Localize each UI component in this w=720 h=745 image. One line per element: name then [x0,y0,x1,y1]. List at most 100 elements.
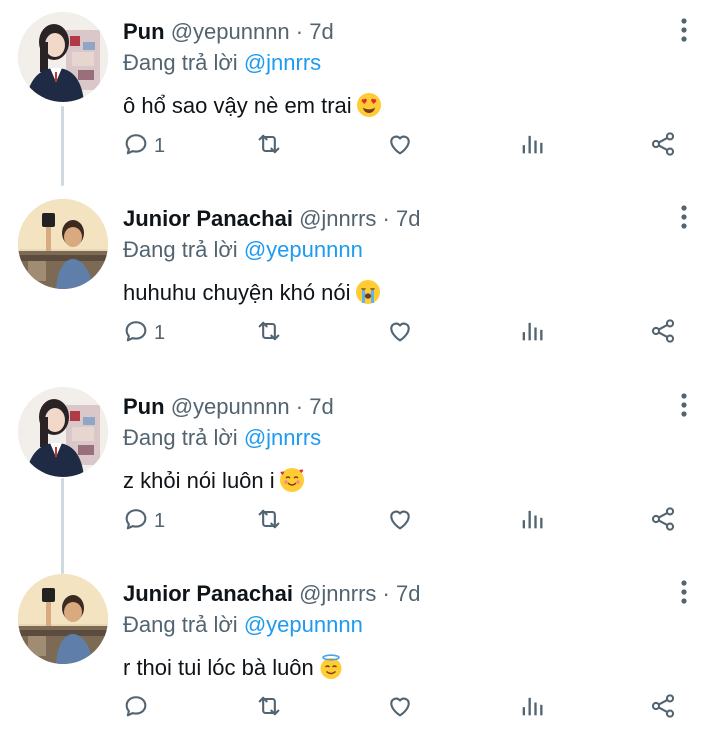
smiling-hearts-emoji [279,467,305,493]
reply-count: 1 [154,135,166,157]
heart-icon [386,130,414,163]
replying-prefix: Đang trả lời [123,237,238,262]
mention-link[interactable]: @yepunnnn [244,612,363,637]
bar-chart-icon [518,692,546,725]
views-button[interactable] [518,126,546,166]
reply-button[interactable]: 1 [122,126,165,166]
avatar[interactable] [18,574,108,664]
reply-icon [122,130,150,163]
user-handle[interactable]: @yepunnnn [171,394,290,419]
avatar[interactable] [18,12,108,102]
display-name[interactable]: Junior Panachai [123,206,293,231]
replying-prefix: Đang trả lời [123,612,238,637]
like-button[interactable] [386,501,414,541]
user-handle[interactable]: @jnnrrs [299,581,376,606]
tweet-text: z khỏi nói luôn i [123,466,305,496]
tweet[interactable]: Junior Panachai @jnnrrs · 7d Đang trả lờ… [0,187,720,374]
display-name[interactable]: Junior Panachai [123,581,293,606]
more-vertical-icon[interactable] [673,391,695,419]
display-name[interactable]: Pun [123,19,165,44]
tweet-actions: 1 [0,501,720,541]
heart-icon [386,317,414,350]
user-handle[interactable]: @jnnrrs [299,206,376,231]
tweet-text-content: z khỏi nói luôn i [123,468,275,493]
tweet-text: r thoi tui lóc bà luôn [123,653,344,683]
replying-to: Đang trả lời @yepunnnn [123,236,363,264]
retweet-icon [255,317,283,350]
reply-thread: Pun @yepunnnn · 7d Đang trả lời @jnnrrs … [0,0,720,745]
replying-to: Đang trả lời @jnnrrs [123,49,321,77]
tweet-text-content: huhuhu chuyện khó nói [123,280,351,305]
like-button[interactable] [386,688,414,728]
timestamp[interactable]: 7d [396,206,420,231]
tweet-actions: 1 [0,313,720,353]
replying-to: Đang trả lời @jnnrrs [123,424,321,452]
avatar[interactable] [18,199,108,289]
avatar[interactable] [18,387,108,477]
heart-icon [386,505,414,538]
heart-icon [386,692,414,725]
reply-button[interactable]: 1 [122,313,165,353]
tweet-text: ô hổ sao vậy nè em trai [123,91,382,121]
retweet-button[interactable] [255,501,283,541]
replying-prefix: Đang trả lời [123,425,238,450]
views-button[interactable] [518,313,546,353]
tweet-actions: 1 [0,126,720,166]
share-button[interactable] [649,126,677,166]
heart-eyes-emoji [356,92,382,118]
retweet-icon [255,130,283,163]
reply-icon [122,505,150,538]
retweet-button[interactable] [255,126,283,166]
tweet-text: huhuhu chuyện khó nói [123,278,381,308]
like-button[interactable] [386,313,414,353]
more-vertical-icon[interactable] [673,578,695,606]
bar-chart-icon [518,317,546,350]
reply-count: 1 [154,322,166,344]
tweet[interactable]: Junior Panachai @jnnrrs · 7d Đang trả lờ… [0,562,720,745]
separator-dot: · [382,581,390,606]
mention-link[interactable]: @yepunnnn [244,237,363,262]
more-vertical-icon[interactable] [673,16,695,44]
share-icon [649,692,677,725]
replying-prefix: Đang trả lời [123,50,238,75]
like-button[interactable] [386,126,414,166]
share-button[interactable] [649,501,677,541]
share-icon [649,130,677,163]
user-handle[interactable]: @yepunnnn [171,19,290,44]
display-name[interactable]: Pun [123,394,165,419]
retweet-icon [255,692,283,725]
reply-icon [122,317,150,350]
bar-chart-icon [518,505,546,538]
views-button[interactable] [518,688,546,728]
views-button[interactable] [518,501,546,541]
more-vertical-icon[interactable] [673,203,695,231]
tweet-header: Junior Panachai @jnnrrs · 7d [123,580,420,608]
tweet-header: Pun @yepunnnn · 7d [123,393,334,421]
loudly-crying-emoji [355,279,381,305]
bar-chart-icon [518,130,546,163]
share-button[interactable] [649,688,677,728]
tweet-text-content: ô hổ sao vậy nè em trai [123,93,352,118]
tweet[interactable]: Pun @yepunnnn · 7d Đang trả lời @jnnrrs … [0,375,720,562]
retweet-icon [255,505,283,538]
separator-dot: · [295,394,304,419]
share-button[interactable] [649,313,677,353]
mention-link[interactable]: @jnnrrs [244,50,321,75]
replying-to: Đang trả lời @yepunnnn [123,611,363,639]
tweet-header: Junior Panachai @jnnrrs · 7d [123,205,420,233]
share-icon [649,505,677,538]
share-icon [649,317,677,350]
retweet-button[interactable] [255,688,283,728]
timestamp[interactable]: 7d [396,581,420,606]
mention-link[interactable]: @jnnrrs [244,425,321,450]
timestamp[interactable]: 7d [309,19,333,44]
reply-button[interactable]: 1 [122,501,165,541]
tweet-header: Pun @yepunnnn · 7d [123,18,334,46]
tweet-text-content: r thoi tui lóc bà luôn [123,655,314,680]
retweet-button[interactable] [255,313,283,353]
reply-count: 1 [154,510,166,532]
timestamp[interactable]: 7d [309,394,333,419]
tweet[interactable]: Pun @yepunnnn · 7d Đang trả lời @jnnrrs … [0,0,720,187]
tweet-actions [0,688,720,728]
reply-button[interactable] [122,688,154,728]
